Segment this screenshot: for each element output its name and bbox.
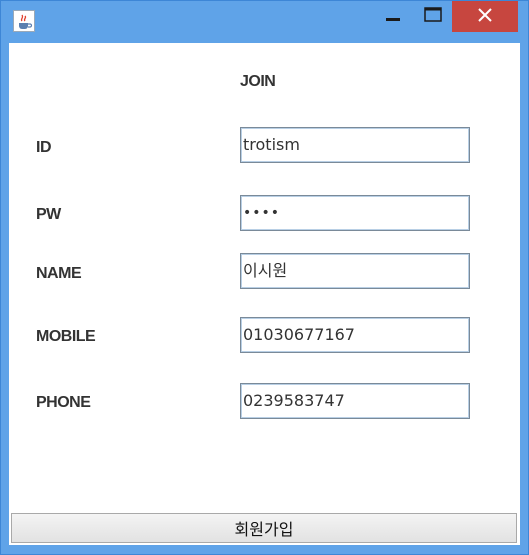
maximize-button[interactable] <box>414 1 451 32</box>
minimize-button[interactable] <box>374 1 411 32</box>
close-icon <box>478 7 492 26</box>
password-field[interactable]: •••• <box>240 195 470 231</box>
mobile-label: MOBILE <box>36 328 96 345</box>
form-title: JOIN <box>240 73 276 90</box>
title-bar[interactable] <box>1 1 528 43</box>
java-cup-icon[interactable] <box>13 10 35 32</box>
maximize-icon <box>423 6 442 27</box>
phone-field[interactable]: 0239583747 <box>240 383 470 419</box>
signup-button[interactable]: 회원가입 <box>11 513 517 543</box>
id-field[interactable]: trotism <box>240 127 470 163</box>
name-field[interactable]: 이시원 <box>240 253 470 289</box>
name-label: NAME <box>36 265 82 282</box>
pw-label: PW <box>36 206 61 223</box>
minimize-icon <box>385 7 401 27</box>
app-window: JOIN ID trotism PW •••• NAME 이시원 MOBILE … <box>0 0 529 555</box>
id-label: ID <box>36 139 52 156</box>
mobile-field[interactable]: 01030677167 <box>240 317 470 353</box>
phone-label: PHONE <box>36 394 91 411</box>
join-form: JOIN ID trotism PW •••• NAME 이시원 MOBILE … <box>9 43 520 545</box>
close-button[interactable] <box>452 1 518 32</box>
